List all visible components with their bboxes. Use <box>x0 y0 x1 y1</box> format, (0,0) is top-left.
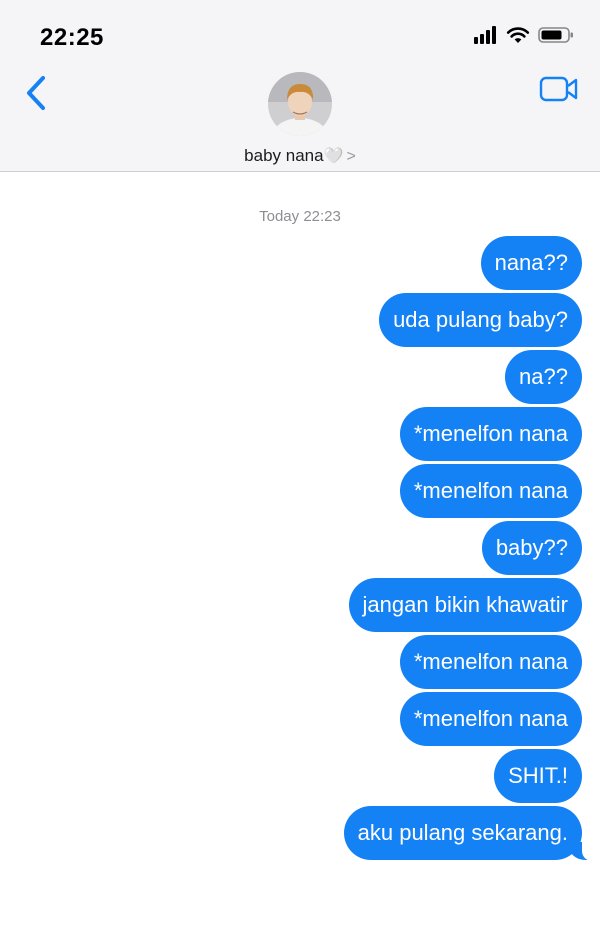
message-bubble[interactable]: *menelfon nana <box>399 635 582 689</box>
signal-icon <box>474 25 498 49</box>
conversation-timestamp: Today 22:23 <box>259 208 341 225</box>
message-bubble[interactable]: *menelfon nana <box>399 407 582 461</box>
message-bubble[interactable]: nana?? <box>480 236 582 290</box>
message-bubble[interactable]: jangan bikin khawatir <box>348 578 582 632</box>
conversation-header: 22:25 baby nana🤍 > <box>0 0 600 172</box>
message-bubble[interactable]: uda pulang baby? <box>379 293 582 347</box>
contact-name-row[interactable]: baby nana🤍 > <box>0 146 600 166</box>
contact-name: baby nana <box>244 146 324 165</box>
wifi-icon <box>506 26 530 49</box>
messages-screen: 22:25 baby nana🤍 > Today 22:23 nana?? ud… <box>0 0 600 939</box>
message-bubble[interactable]: *menelfon nana <box>399 692 582 746</box>
message-bubble[interactable]: na?? <box>505 350 582 404</box>
status-icons <box>474 25 574 49</box>
message-bubble-last[interactable]: aku pulang sekarang. <box>343 806 599 861</box>
message-bubble[interactable]: SHIT.! <box>494 749 582 803</box>
status-time: 22:25 <box>40 24 104 51</box>
battery-icon <box>538 26 574 49</box>
message-bubble[interactable]: *menelfon nana <box>399 464 582 518</box>
back-button[interactable] <box>20 75 52 116</box>
chevron-right-icon: > <box>346 148 356 165</box>
message-list: nana?? uda pulang baby? na?? *menelfon n… <box>22 236 599 861</box>
back-chevron-icon <box>25 75 47 116</box>
message-bubble[interactable]: baby?? <box>481 521 582 575</box>
contact-avatar[interactable] <box>268 72 332 136</box>
video-call-icon <box>539 76 579 107</box>
white-heart-icon: 🤍 <box>323 148 344 165</box>
video-call-button[interactable] <box>538 76 580 106</box>
